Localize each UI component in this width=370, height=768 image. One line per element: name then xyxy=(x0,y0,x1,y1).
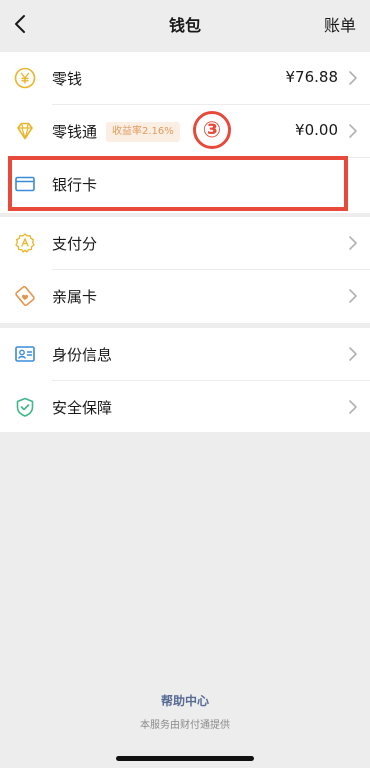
provider-note: 本服务由财付通提供 xyxy=(140,720,230,731)
chevron-right-icon xyxy=(349,236,357,250)
list-item-pay-score[interactable]: 支付分 xyxy=(0,217,370,270)
list-item-label: 零钱 xyxy=(52,70,83,88)
balance-value: ¥76.88 xyxy=(285,68,339,86)
yield-rate-badge: 收益率2.16% xyxy=(106,122,180,142)
nav-bar: 钱包 账单 xyxy=(0,0,370,48)
pay-score-icon xyxy=(15,233,35,253)
wallet-group-services: 支付分 亲属卡 xyxy=(0,217,370,323)
bill-button[interactable]: 账单 xyxy=(324,12,356,36)
list-item-label: 零钱通 xyxy=(52,123,98,141)
list-item-change[interactable]: 零钱 ¥76.88 xyxy=(0,52,370,105)
list-item-family-card[interactable]: 亲属卡 xyxy=(0,270,370,323)
highlight-box xyxy=(8,156,348,211)
wallet-group-security: 身份信息 安全保障 xyxy=(0,328,370,432)
chevron-right-icon xyxy=(349,71,357,85)
list-item-label: 身份信息 xyxy=(52,346,113,364)
page-title: 钱包 xyxy=(168,16,201,35)
shield-check-icon xyxy=(16,397,34,417)
balance-value: ¥0.00 xyxy=(295,121,338,139)
step-marker: ③ xyxy=(193,111,231,149)
help-center-link[interactable]: 帮助中心 xyxy=(0,692,370,709)
list-item-label: 亲属卡 xyxy=(52,288,98,306)
list-item-security[interactable]: 安全保障 xyxy=(0,381,370,434)
list-item-lingqiantong[interactable]: 零钱通 收益率2.16% ¥0.00 xyxy=(0,105,370,158)
diamond-icon xyxy=(17,122,33,140)
chevron-right-icon xyxy=(349,124,357,138)
list-item-label: 安全保障 xyxy=(52,399,113,417)
family-card-icon xyxy=(15,286,35,306)
home-indicator xyxy=(116,756,254,761)
chevron-right-icon xyxy=(349,347,357,361)
yuan-coin-icon xyxy=(14,67,36,89)
list-item-identity[interactable]: 身份信息 xyxy=(0,328,370,381)
chevron-right-icon xyxy=(349,289,357,303)
list-item-label: 支付分 xyxy=(52,235,98,253)
chevron-right-icon xyxy=(349,400,357,414)
id-card-icon xyxy=(15,346,35,362)
